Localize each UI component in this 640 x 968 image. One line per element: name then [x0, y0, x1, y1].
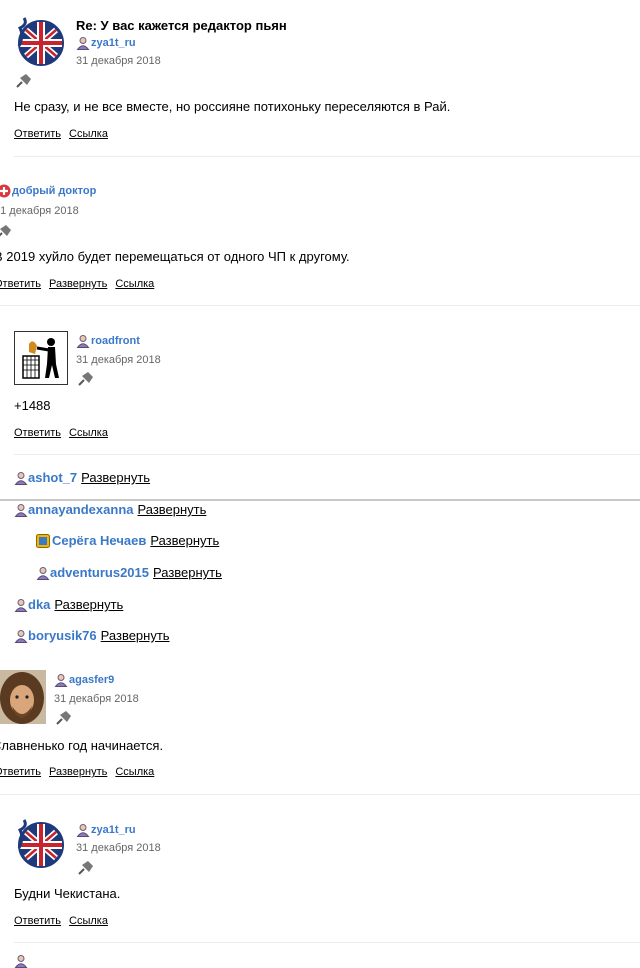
divider — [0, 794, 640, 795]
divider — [0, 499, 640, 501]
author-name[interactable]: добрый доктор — [12, 185, 96, 197]
user-icon — [54, 674, 68, 687]
expand-link[interactable]: Развернуть — [54, 597, 123, 612]
expand-link[interactable]: Развернуть — [49, 766, 107, 778]
reply-link[interactable]: Ответить — [0, 278, 41, 290]
comment-author[interactable]: roadfront — [76, 334, 140, 348]
author-name[interactable]: zya1t_ru — [91, 37, 136, 49]
author-name[interactable]: Серёга Нечаев — [52, 533, 146, 548]
avatar-flag[interactable] — [14, 16, 68, 70]
divider — [14, 454, 640, 455]
user-icon — [76, 335, 90, 348]
badge-icon — [36, 533, 50, 548]
expand-link[interactable]: Развернуть — [101, 628, 170, 643]
divider — [0, 305, 640, 306]
expand-link[interactable]: Развернуть — [81, 470, 150, 485]
comment-text: Будни Чекистана. — [14, 886, 121, 901]
comment-date[interactable]: 31 декабря 2018 — [54, 693, 139, 705]
link-link[interactable]: Ссылка — [69, 915, 108, 927]
pin-icon[interactable] — [76, 860, 94, 876]
comment-date[interactable]: 31 декабря 2018 — [76, 55, 161, 67]
expand-link[interactable]: Развернуть — [150, 533, 219, 548]
comment-actions: Ответить Ссылка — [14, 128, 116, 140]
pin-icon[interactable] — [14, 73, 32, 89]
avatar-portrait[interactable] — [0, 670, 46, 724]
pin-icon[interactable] — [54, 710, 72, 726]
link-link[interactable]: Ссылка — [69, 128, 108, 140]
comment-date[interactable]: 31 декабря 2018 — [76, 842, 161, 854]
comment-actions: Ответить Развернуть Ссылка — [0, 766, 162, 778]
comment-text: Не сразу, и не все вместе, но россияне п… — [14, 99, 451, 114]
collapsed-comment[interactable]: ashot_7 Развернуть — [14, 470, 150, 485]
comment-actions: Ответить Развернуть Ссылка — [0, 278, 162, 290]
comment-author[interactable]: zya1t_ru — [76, 823, 136, 837]
avatar-trash[interactable] — [14, 331, 68, 385]
link-link[interactable]: Ссылка — [69, 427, 108, 439]
trash-avatar — [22, 338, 59, 379]
author-name[interactable]: adventurus2015 — [50, 565, 149, 580]
flag-avatar — [14, 16, 68, 70]
link-link[interactable]: Ссылка — [115, 766, 154, 778]
author-name[interactable]: roadfront — [91, 335, 140, 347]
doctor-icon — [0, 184, 11, 198]
link-link[interactable]: Ссылка — [115, 278, 154, 290]
comment-date[interactable]: 31 декабря 2018 — [76, 354, 161, 366]
flag-avatar — [14, 818, 68, 872]
reply-link[interactable]: Ответить — [0, 766, 41, 778]
collapsed-comment[interactable]: dka Развернуть — [14, 597, 123, 612]
user-icon — [76, 37, 90, 50]
comment-author[interactable]: добрый доктор — [0, 184, 96, 198]
user-icon — [14, 629, 28, 643]
portrait-avatar — [0, 670, 46, 724]
reply-link[interactable]: Ответить — [14, 915, 61, 927]
pin-icon[interactable] — [76, 371, 94, 387]
author-name[interactable]: annayandexanna — [28, 502, 134, 517]
comment-author[interactable]: agasfer9 — [54, 673, 114, 687]
comment-actions: Ответить Ссылка — [14, 427, 116, 439]
reply-link[interactable]: Ответить — [14, 128, 61, 140]
avatar-flag[interactable] — [14, 818, 68, 872]
collapsed-comment[interactable]: Серёга Нечаев Развернуть — [36, 533, 219, 548]
user-icon — [14, 503, 28, 517]
divider — [14, 156, 640, 157]
comment-text: Славненько год начинается. — [0, 738, 164, 753]
author-name[interactable]: zya1t_ru — [91, 824, 136, 836]
reply-link[interactable]: Ответить — [14, 427, 61, 439]
author-name[interactable]: dka — [28, 597, 50, 612]
comment-text: +1488 — [14, 398, 51, 413]
user-icon — [36, 566, 50, 580]
comment-actions: Ответить Ссылка — [14, 915, 116, 927]
comment-date[interactable]: 31 декабря 2018 — [0, 205, 79, 217]
expand-link[interactable]: Развернуть — [138, 502, 207, 517]
author-name[interactable]: boryusik76 — [28, 628, 97, 643]
expand-link[interactable]: Развернуть — [49, 278, 107, 290]
comment-author[interactable]: zya1t_ru — [76, 36, 136, 50]
collapsed-comment[interactable]: boryusik76 Развернуть — [14, 628, 170, 643]
user-icon — [14, 598, 28, 612]
pin-icon[interactable] — [0, 224, 12, 240]
author-name[interactable]: ashot_7 — [28, 470, 77, 485]
collapsed-comment[interactable]: adventurus2015 Развернуть — [36, 565, 222, 580]
expand-link[interactable]: Развернуть — [153, 565, 222, 580]
user-icon — [76, 824, 90, 837]
user-icon — [14, 955, 28, 968]
author-name[interactable]: agasfer9 — [69, 674, 114, 686]
collapsed-comment[interactable]: annayandexanna Развернуть — [14, 502, 206, 517]
divider — [14, 942, 640, 943]
user-icon — [14, 471, 28, 485]
comment-title[interactable]: Re: У вас кажется редактор пьян — [76, 18, 287, 33]
comment-text: В 2019 хуйло будет перемещаться от одног… — [0, 249, 350, 264]
